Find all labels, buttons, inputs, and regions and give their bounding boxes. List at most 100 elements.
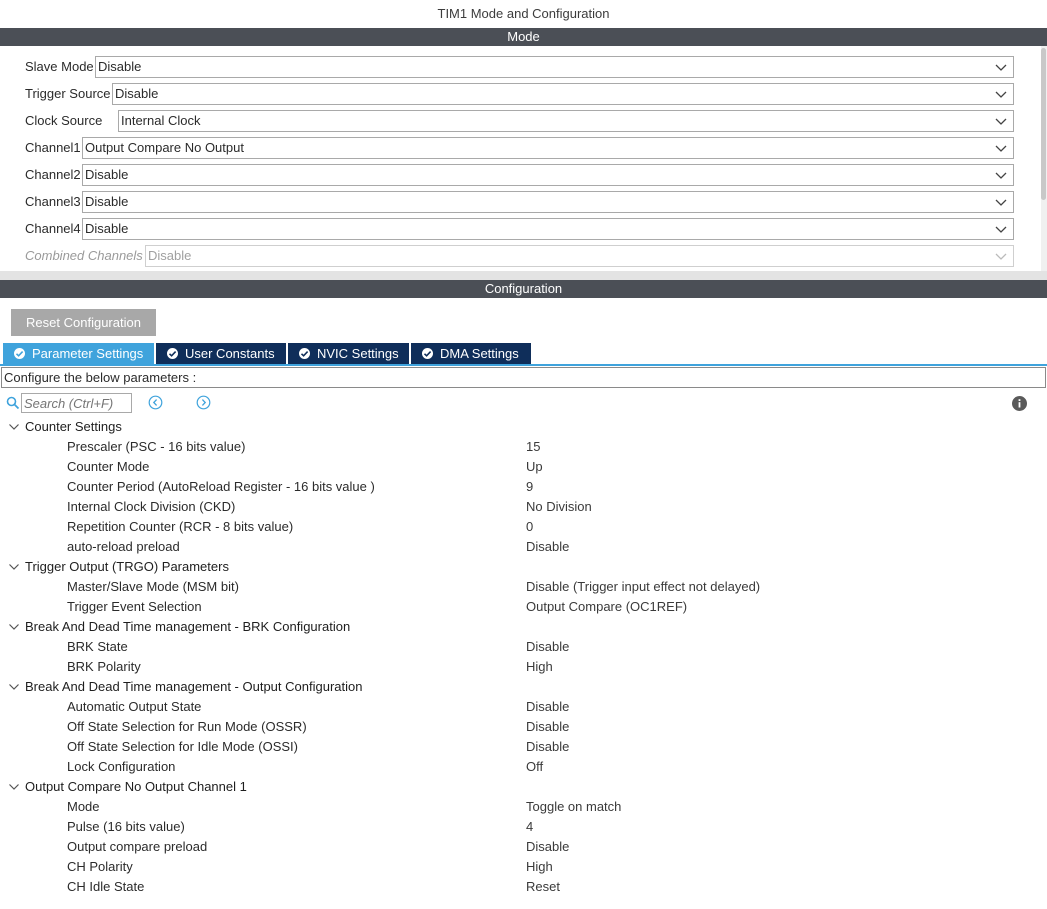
param-row[interactable]: Master/Slave Mode (MSM bit) Disable (Trig… — [0, 577, 1047, 597]
param-value[interactable]: Disable (Trigger input effect not delaye… — [526, 577, 760, 597]
slave-mode-select[interactable]: Disable — [95, 56, 1014, 78]
param-row[interactable]: Automatic Output State Disable — [0, 697, 1047, 717]
channel4-label: Channel4 — [25, 221, 81, 236]
param-row[interactable]: Counter Mode Up — [0, 457, 1047, 477]
group-title: Counter Settings — [25, 419, 122, 434]
param-value[interactable]: Off — [526, 757, 543, 777]
next-circle-icon[interactable] — [196, 395, 211, 410]
chevron-down-icon[interactable] — [8, 681, 20, 693]
mode-section-header: Mode — [0, 28, 1047, 46]
previous-circle-icon[interactable] — [148, 395, 163, 410]
param-row[interactable]: CH Polarity High — [0, 857, 1047, 877]
check-circle-icon — [422, 348, 433, 359]
tab-dma-settings-label: DMA Settings — [440, 346, 519, 361]
param-row[interactable]: Pulse (16 bits value) 4 — [0, 817, 1047, 837]
param-row[interactable]: Repetition Counter (RCR - 8 bits value) 0 — [0, 517, 1047, 537]
group-counter-settings[interactable]: Counter Settings — [0, 417, 1047, 437]
trigger-source-label: Trigger Source — [25, 86, 111, 101]
param-name: Repetition Counter (RCR - 8 bits value) — [67, 519, 294, 534]
mode-scrollbar-thumb[interactable] — [1041, 48, 1046, 200]
param-name: Trigger Event Selection — [67, 599, 202, 614]
mode-horizontal-scrollbar[interactable] — [0, 271, 1047, 280]
configuration-section-header: Configuration — [0, 280, 1047, 298]
param-name: Counter Period (AutoReload Register - 16… — [67, 479, 375, 494]
param-name: Prescaler (PSC - 16 bits value) — [67, 439, 246, 454]
param-row[interactable]: Off State Selection for Idle Mode (OSSI)… — [0, 737, 1047, 757]
chevron-down-icon[interactable] — [8, 781, 20, 793]
tab-user-constants[interactable]: User Constants — [156, 343, 286, 364]
param-value[interactable]: Disable — [526, 737, 569, 757]
channel4-select[interactable]: Disable — [82, 218, 1014, 240]
search-input[interactable] — [21, 393, 132, 413]
tab-dma-settings[interactable]: DMA Settings — [411, 343, 531, 364]
channel1-row: Channel1 Output Compare No Output — [0, 137, 1047, 159]
param-name: Off State Selection for Run Mode (OSSR) — [67, 719, 307, 734]
param-value[interactable]: 15 — [526, 437, 540, 457]
group-title: Trigger Output (TRGO) Parameters — [25, 559, 229, 574]
chevron-down-icon[interactable] — [8, 421, 20, 433]
param-name: Automatic Output State — [67, 699, 202, 714]
param-row[interactable]: Trigger Event Selection Output Compare (O… — [0, 597, 1047, 617]
param-value[interactable]: Disable — [526, 697, 569, 717]
param-row[interactable]: CH Idle State Reset — [0, 877, 1047, 897]
param-row[interactable]: Counter Period (AutoReload Register - 16… — [0, 477, 1047, 497]
reset-configuration-button[interactable]: Reset Configuration — [11, 309, 156, 336]
param-value[interactable]: Disable — [526, 837, 569, 857]
tab-parameter-settings[interactable]: Parameter Settings — [3, 343, 154, 364]
param-row[interactable]: Output compare preload Disable — [0, 837, 1047, 857]
group-brk-configuration[interactable]: Break And Dead Time management - BRK Con… — [0, 617, 1047, 637]
param-row[interactable]: BRK Polarity High — [0, 657, 1047, 677]
param-row[interactable]: BRK State Disable — [0, 637, 1047, 657]
param-value[interactable]: Disable — [526, 637, 569, 657]
param-row[interactable]: auto-reload preload Disable — [0, 537, 1047, 557]
channel1-label: Channel1 — [25, 140, 81, 155]
info-icon[interactable] — [1011, 395, 1028, 412]
param-name: CH Idle State — [67, 879, 145, 894]
param-value[interactable]: Toggle on match — [526, 797, 621, 817]
param-value[interactable]: Output Compare (OC1REF) — [526, 597, 687, 617]
group-title: Break And Dead Time management - Output … — [25, 679, 363, 694]
channel3-row: Channel3 Disable — [0, 191, 1047, 213]
check-circle-icon — [14, 348, 25, 359]
param-value[interactable]: 0 — [526, 517, 533, 537]
param-name: Master/Slave Mode (MSM bit) — [67, 579, 239, 594]
combined-channels-select[interactable]: Disable — [145, 245, 1014, 267]
param-value[interactable]: Up — [526, 457, 543, 477]
param-row[interactable]: Mode Toggle on match — [0, 797, 1047, 817]
group-title: Output Compare No Output Channel 1 — [25, 779, 247, 794]
channel1-select[interactable]: Output Compare No Output — [82, 137, 1014, 159]
channel2-select[interactable]: Disable — [82, 164, 1014, 186]
param-value[interactable]: 4 — [526, 817, 533, 837]
group-output-configuration[interactable]: Break And Dead Time management - Output … — [0, 677, 1047, 697]
param-value[interactable]: 9 — [526, 477, 533, 497]
clock-source-row: Clock Source Internal Clock — [0, 110, 1047, 132]
chevron-down-icon — [995, 145, 1007, 152]
channel3-select[interactable]: Disable — [82, 191, 1014, 213]
param-name: auto-reload preload — [67, 539, 180, 554]
channel4-row: Channel4 Disable — [0, 218, 1047, 240]
param-row[interactable]: Off State Selection for Run Mode (OSSR) D… — [0, 717, 1047, 737]
param-row[interactable]: Lock Configuration Off — [0, 757, 1047, 777]
combined-channels-row: Combined Channels Disable — [0, 245, 1047, 267]
check-circle-icon — [167, 348, 178, 359]
trigger-source-select[interactable]: Disable — [112, 83, 1014, 105]
param-value[interactable]: Disable — [526, 717, 569, 737]
group-trigger-output[interactable]: Trigger Output (TRGO) Parameters — [0, 557, 1047, 577]
tab-nvic-settings[interactable]: NVIC Settings — [288, 343, 409, 364]
chevron-down-icon — [995, 199, 1007, 206]
group-output-compare-channel1[interactable]: Output Compare No Output Channel 1 — [0, 777, 1047, 797]
chevron-down-icon[interactable] — [8, 561, 20, 573]
chevron-down-icon — [995, 226, 1007, 233]
param-value[interactable]: High — [526, 857, 553, 877]
param-value[interactable]: No Division — [526, 497, 592, 517]
param-value[interactable]: Disable — [526, 537, 569, 557]
param-row[interactable]: Internal Clock Division (CKD) No Division — [0, 497, 1047, 517]
trigger-source-value: Disable — [115, 86, 159, 101]
clock-source-select[interactable]: Internal Clock — [118, 110, 1014, 132]
param-value[interactable]: Reset — [526, 877, 560, 897]
param-value[interactable]: High — [526, 657, 553, 677]
channel2-value: Disable — [85, 167, 129, 182]
chevron-down-icon[interactable] — [8, 621, 20, 633]
chevron-down-icon — [995, 118, 1007, 125]
param-row[interactable]: Prescaler (PSC - 16 bits value) 15 — [0, 437, 1047, 457]
